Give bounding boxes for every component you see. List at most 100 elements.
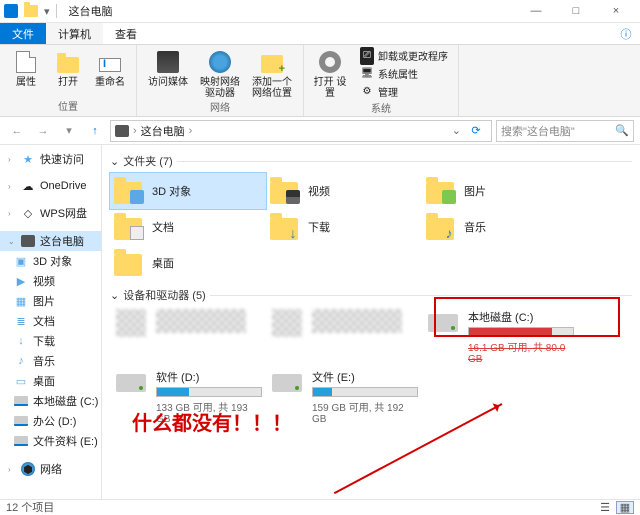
blurred-icon [116,309,146,337]
system-props-icon: 🖥 [360,67,374,81]
sidebar-item-label: 下载 [33,333,55,349]
forward-button[interactable]: → [32,120,54,142]
breadcrumb[interactable]: › 这台电脑 › ⌄ ⟳ [110,120,492,142]
drive-icon [14,416,28,426]
system-properties-button[interactable]: 🖥系统属性 [356,65,422,82]
folder-item[interactable]: 3D 对象 [110,173,266,209]
wps-icon: ◇ [21,206,35,220]
recent-button[interactable]: ▾ [58,120,80,142]
sidebar-item-desk[interactable]: ▭桌面 [0,371,101,391]
folder-item[interactable]: 文档 [110,209,266,245]
folders-header[interactable]: ⌄ 文件夹 (7) [110,153,632,169]
chevron-icon: › [8,465,16,474]
rename-button[interactable]: 重命名 [90,47,130,88]
view-details-button[interactable]: ☰ [596,501,614,514]
qat-down-icon[interactable]: ▾ [44,5,50,18]
sidebar-item-pic[interactable]: ▦图片 [0,291,101,311]
open-settings-button[interactable]: 打开 设置 [310,47,350,99]
tab-view[interactable]: 查看 [103,23,149,44]
folder-item[interactable]: ♪音乐 [422,209,578,245]
access-media-button[interactable]: 访问媒体 [143,47,193,88]
dl-icon: ↓ [14,334,28,348]
doc-icon [130,226,144,240]
rename-icon [99,58,121,72]
folder-label: 3D 对象 [152,183,191,199]
drive-item-blurred[interactable] [110,307,266,367]
tab-computer[interactable]: 计算机 [46,23,103,44]
collapse-icon: ⌄ [110,289,119,302]
pic-icon: ▦ [14,294,28,308]
map-drive-button[interactable]: 映射网络 驱动器 [195,47,245,99]
folder-label: 桌面 [152,255,174,271]
add-network-location-button[interactable]: 添加一个 网络位置 [247,47,297,99]
sidebar-item-label: 视频 [33,273,55,289]
sidebar: ›★快速访问 › ☁ OneDrive ›◇WPS网盘 ⌄ 这台电脑 ▣3D 对象 ▶ 视频 ▦图片… [0,145,102,499]
pc-icon [115,125,129,137]
open-button[interactable]: 打开 [48,47,88,88]
sidebar-item-drv[interactable]: 文件资料 (E:) [0,431,101,451]
vid-icon: ▶ [14,274,28,288]
uninstall-programs-button[interactable]: ⎚卸载或更改程序 [356,47,452,64]
sidebar-item-label: 快速访问 [40,151,84,167]
refresh-icon[interactable]: ⟳ [465,124,487,137]
drive-icon [272,374,302,392]
sidebar-item-net[interactable]: › ⬢ 网络 [0,459,101,479]
sidebar-item-wps[interactable]: ›◇WPS网盘 [0,203,101,223]
net-icon: ⬢ [21,462,35,476]
drive-item-blurred[interactable] [266,307,422,367]
address-dropdown-icon[interactable]: ⌄ [452,124,461,137]
ribbon-help-icon[interactable]: ⓘ [612,23,640,44]
doc-icon: ≣ [14,314,28,328]
folder-icon [24,5,38,17]
sidebar-item-drv[interactable]: 本地磁盘 (C:) [0,391,101,411]
sidebar-item-drv[interactable]: 办公 (D:) [0,411,101,431]
back-button[interactable]: ← [6,120,28,142]
folder-item[interactable]: 视频 [266,173,422,209]
sidebar-item-pc[interactable]: ⌄ 这台电脑 [0,231,101,251]
manage-button[interactable]: ⚙管理 [356,83,402,100]
sidebar-item-star[interactable]: ›★快速访问 [0,149,101,169]
sidebar-item-label: 网络 [40,461,62,477]
chevron-right-icon: › [133,125,137,137]
tab-file[interactable]: 文件 [0,23,46,44]
sidebar-item-label: 文档 [33,313,55,329]
search-input[interactable]: 搜索"这台电脑" 🔍 [496,120,634,142]
address-bar: ← → ▾ ↑ › 这台电脑 › ⌄ ⟳ 搜索"这台电脑" 🔍 [0,117,640,145]
sidebar-item-label: OneDrive [40,180,86,192]
sidebar-item-mus[interactable]: ♪ 音乐 [0,351,101,371]
breadcrumb-item[interactable]: 这台电脑 [141,123,185,139]
collapse-icon: ⌄ [110,155,119,168]
manage-icon: ⚙ [360,85,374,99]
group-system-label: 系统 [371,100,391,116]
drive-icon [116,374,146,392]
annotation-box [434,297,620,337]
folder-item[interactable]: ↓下载 [266,209,422,245]
app-icon [4,4,18,18]
item-count: 12 个项目 [6,499,54,515]
window-title: 这台电脑 [69,3,113,19]
sidebar-item-label: 音乐 [33,353,55,369]
view-tiles-button[interactable]: ▦ [616,501,634,514]
sidebar-item-label: 这台电脑 [40,233,84,249]
vid-icon [286,190,300,204]
mus-icon: ♪ [14,354,28,368]
sidebar-item-3d[interactable]: ▣3D 对象 [0,251,101,271]
chevron-icon: ⌄ [8,237,16,246]
drive-icon [14,396,28,406]
sidebar-item-onedrive[interactable]: ›☁OneDrive [0,177,101,195]
folder-item[interactable]: 桌面 [110,245,266,281]
folder-label: 视频 [308,183,330,199]
up-button[interactable]: ↑ [84,120,106,142]
maximize-button[interactable]: □ [556,0,596,23]
properties-button[interactable]: 属性 [6,47,46,88]
close-button[interactable]: × [596,0,636,23]
onedrive-icon: ☁ [21,179,35,193]
gear-icon [319,51,341,73]
sidebar-item-doc[interactable]: ≣ 文档 [0,311,101,331]
drive-icon [14,436,28,446]
sidebar-item-vid[interactable]: ▶ 视频 [0,271,101,291]
folder-item[interactable]: 图片 [422,173,578,209]
minimize-button[interactable]: — [516,0,556,23]
sidebar-item-dl[interactable]: ↓ 下载 [0,331,101,351]
chevron-right-icon: › [189,125,193,137]
